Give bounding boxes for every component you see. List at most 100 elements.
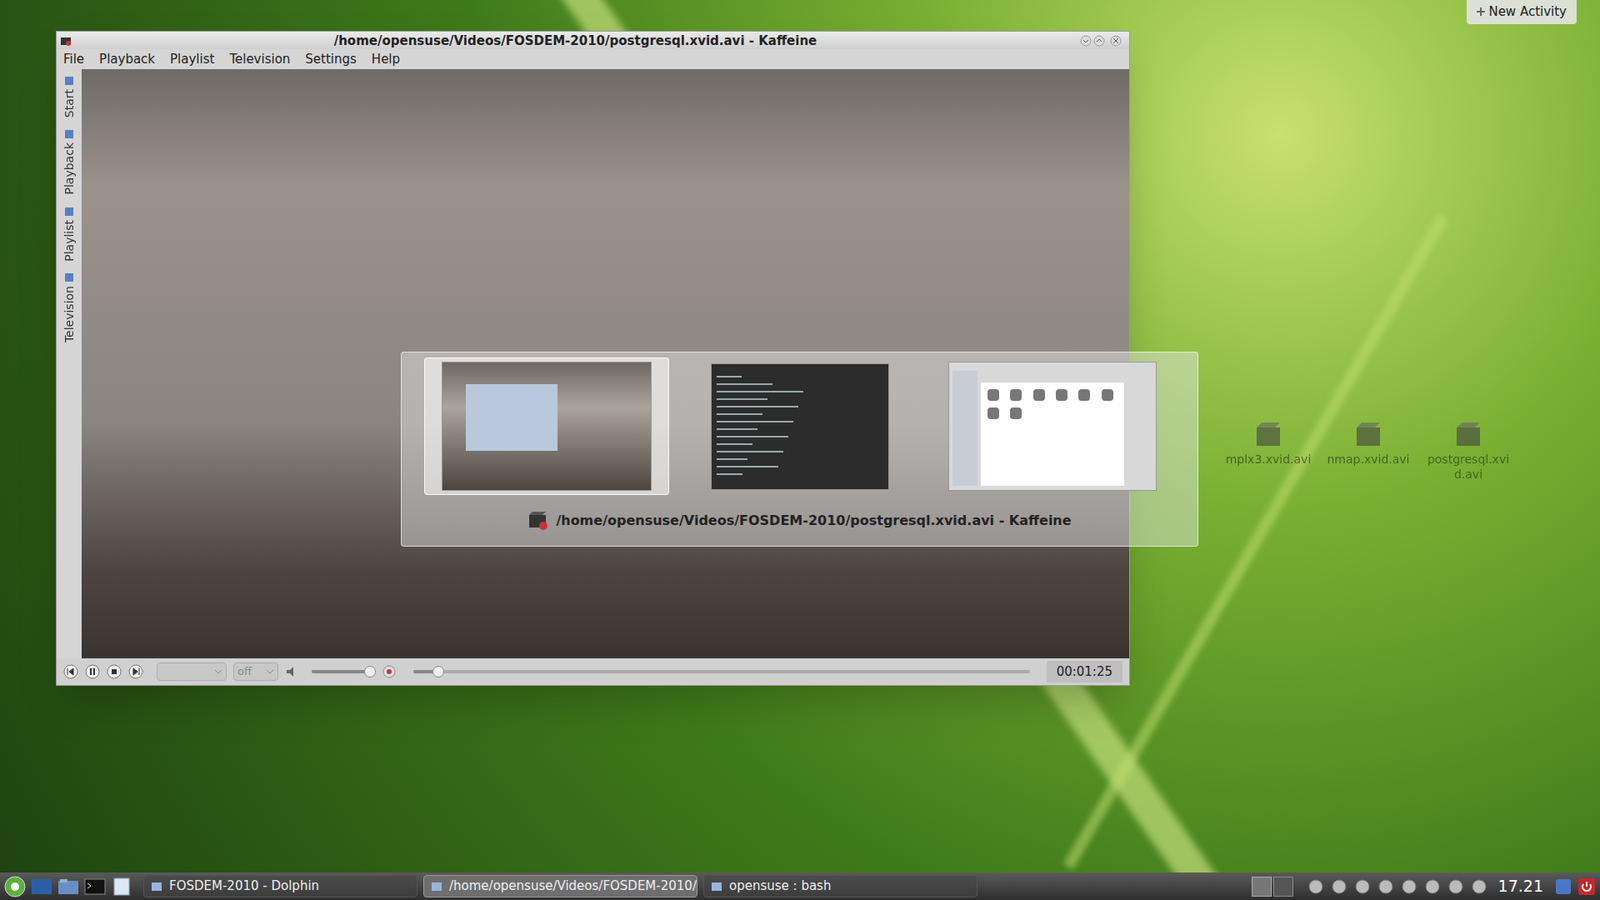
seek-icon[interactable] [381, 664, 397, 680]
kaffeine-app-icon[interactable] [60, 35, 72, 47]
slider-track[interactable] [413, 670, 1030, 674]
side-tab-label: Start [60, 89, 79, 118]
maximize-icon[interactable] [1092, 35, 1106, 47]
terminal-line [716, 413, 763, 415]
menu-item[interactable]: Playlist [170, 50, 215, 70]
task-button[interactable]: /home/opensuse/Videos/FOSDEM-2010/ [423, 875, 698, 898]
video-file-icon [1454, 420, 1483, 450]
files-pane [980, 382, 1125, 486]
side-tabs: Start Playback Playlist Television [56, 69, 82, 659]
info-icon[interactable] [1306, 877, 1325, 896]
files-sidebar [952, 370, 978, 486]
slider-track[interactable] [311, 670, 375, 674]
desktop-icon[interactable]: nmap.xvid.avi [1323, 420, 1414, 482]
kaffeine-tray-icon[interactable] [1330, 877, 1349, 896]
file-icon [1101, 389, 1114, 401]
menu-item[interactable]: Playback [99, 50, 155, 70]
side-tab[interactable]: Playlist [60, 206, 79, 262]
menu-item[interactable]: Help [371, 50, 400, 70]
globe-icon[interactable] [1423, 877, 1442, 896]
file-icon [1033, 389, 1045, 401]
terminal-line [716, 398, 768, 400]
task-label: opensuse : bash [729, 876, 831, 896]
side-tab-label: Playlist [60, 220, 79, 262]
window-thumbnail [948, 361, 1157, 491]
switcher-item[interactable] [424, 357, 670, 495]
menu-item[interactable]: Settings [305, 50, 357, 70]
arrow-icon[interactable] [1470, 877, 1489, 896]
side-tab-label: Playback [60, 142, 79, 195]
pager-desktop[interactable] [1273, 876, 1294, 897]
desktop-icon[interactable] [30, 876, 54, 897]
control-bar: off00:01:25 [56, 658, 1130, 685]
next-icon[interactable] [128, 664, 144, 680]
title-wrap: /home/opensuse/Videos/FOSDEM-2010/postgr… [71, 30, 1080, 51]
file-icon [1010, 389, 1022, 401]
menu-item[interactable]: Television [229, 50, 290, 70]
desktop-icon-label: postgresql.xvid.avi [1423, 452, 1514, 482]
task-app-icon [430, 880, 443, 893]
minimize-icon[interactable] [1079, 35, 1093, 47]
subtitle-value: off [237, 663, 252, 680]
update-icon[interactable] [1446, 877, 1465, 896]
subtitle-dropdown[interactable]: off [233, 662, 279, 681]
file-icon [1055, 389, 1068, 401]
switcher-item[interactable] [930, 357, 1175, 495]
slider-knob[interactable] [432, 665, 445, 678]
file-manager-icon[interactable] [56, 876, 80, 897]
menu-bar: File Playback Playlist Television Settings He… [56, 49, 1130, 70]
window-thumbnail [441, 361, 652, 491]
desktop-icons: mplx3.xvid.avi nmap.xvid.avi postgresql.xv… [1223, 420, 1514, 482]
volume-icon[interactable] [285, 665, 299, 679]
source-dropdown[interactable] [156, 662, 227, 681]
slider-knob[interactable] [364, 665, 376, 678]
stop-icon[interactable] [106, 664, 122, 680]
system-tray [1306, 877, 1489, 896]
previous-icon[interactable] [63, 664, 79, 680]
side-tab-label: Television [60, 285, 79, 343]
lock-icon[interactable] [1553, 876, 1574, 897]
desktop-icon[interactable]: mplx3.xvid.avi [1223, 420, 1314, 482]
desktop-icon[interactable]: postgresql.xvid.avi [1423, 420, 1514, 482]
title-bar[interactable]: /home/opensuse/Videos/FOSDEM-2010/postgr… [56, 31, 1130, 50]
pager[interactable] [1251, 876, 1294, 897]
power-icon[interactable] [1576, 876, 1597, 897]
menu-item[interactable]: File [63, 50, 85, 70]
side-tab[interactable]: Start [60, 75, 79, 118]
kickoff-icon[interactable] [3, 875, 27, 899]
tab-icon [64, 272, 75, 283]
slide-block [465, 384, 558, 451]
kaffeine-app-icon [527, 510, 550, 532]
new-activity-label: New Activity [1488, 2, 1567, 22]
network-icon[interactable] [1376, 877, 1395, 896]
task-button[interactable]: opensuse : bash [703, 875, 978, 898]
task-button[interactable]: FOSDEM-2010 - Dolphin [143, 875, 418, 898]
notes-icon[interactable] [110, 876, 134, 897]
pause-icon[interactable] [85, 664, 100, 680]
terminal-icon[interactable] [83, 876, 107, 897]
new-activity-button[interactable]: New Activity [1466, 0, 1577, 25]
terminal-line [716, 435, 789, 438]
task-label: FOSDEM-2010 - Dolphin [169, 876, 320, 896]
close-icon[interactable] [1105, 35, 1126, 47]
tab-icon [64, 129, 75, 140]
terminal-line [716, 405, 799, 408]
side-tab[interactable]: Playback [60, 129, 79, 195]
clipboard-icon[interactable] [1353, 877, 1372, 896]
terminal-line [716, 473, 743, 475]
terminal-line [716, 450, 784, 453]
terminal-line [716, 420, 794, 423]
side-tab[interactable]: Television [60, 272, 79, 343]
clock[interactable]: 17.21 [1491, 874, 1550, 899]
switcher-caption-text: /home/opensuse/Videos/FOSDEM-2010/postgr… [555, 510, 1071, 531]
video-file-icon [1354, 420, 1383, 450]
desktop-icon-label: nmap.xvid.avi [1327, 452, 1410, 468]
terminal-line [716, 443, 753, 445]
task-app-icon [150, 880, 163, 893]
slider-fill [311, 670, 370, 674]
window-thumbnail [710, 363, 890, 490]
pager-desktop[interactable] [1251, 876, 1272, 897]
volume-icon[interactable] [1400, 877, 1419, 896]
switcher-item[interactable] [677, 357, 923, 495]
window-title: /home/opensuse/Videos/FOSDEM-2010/postgr… [334, 33, 818, 49]
